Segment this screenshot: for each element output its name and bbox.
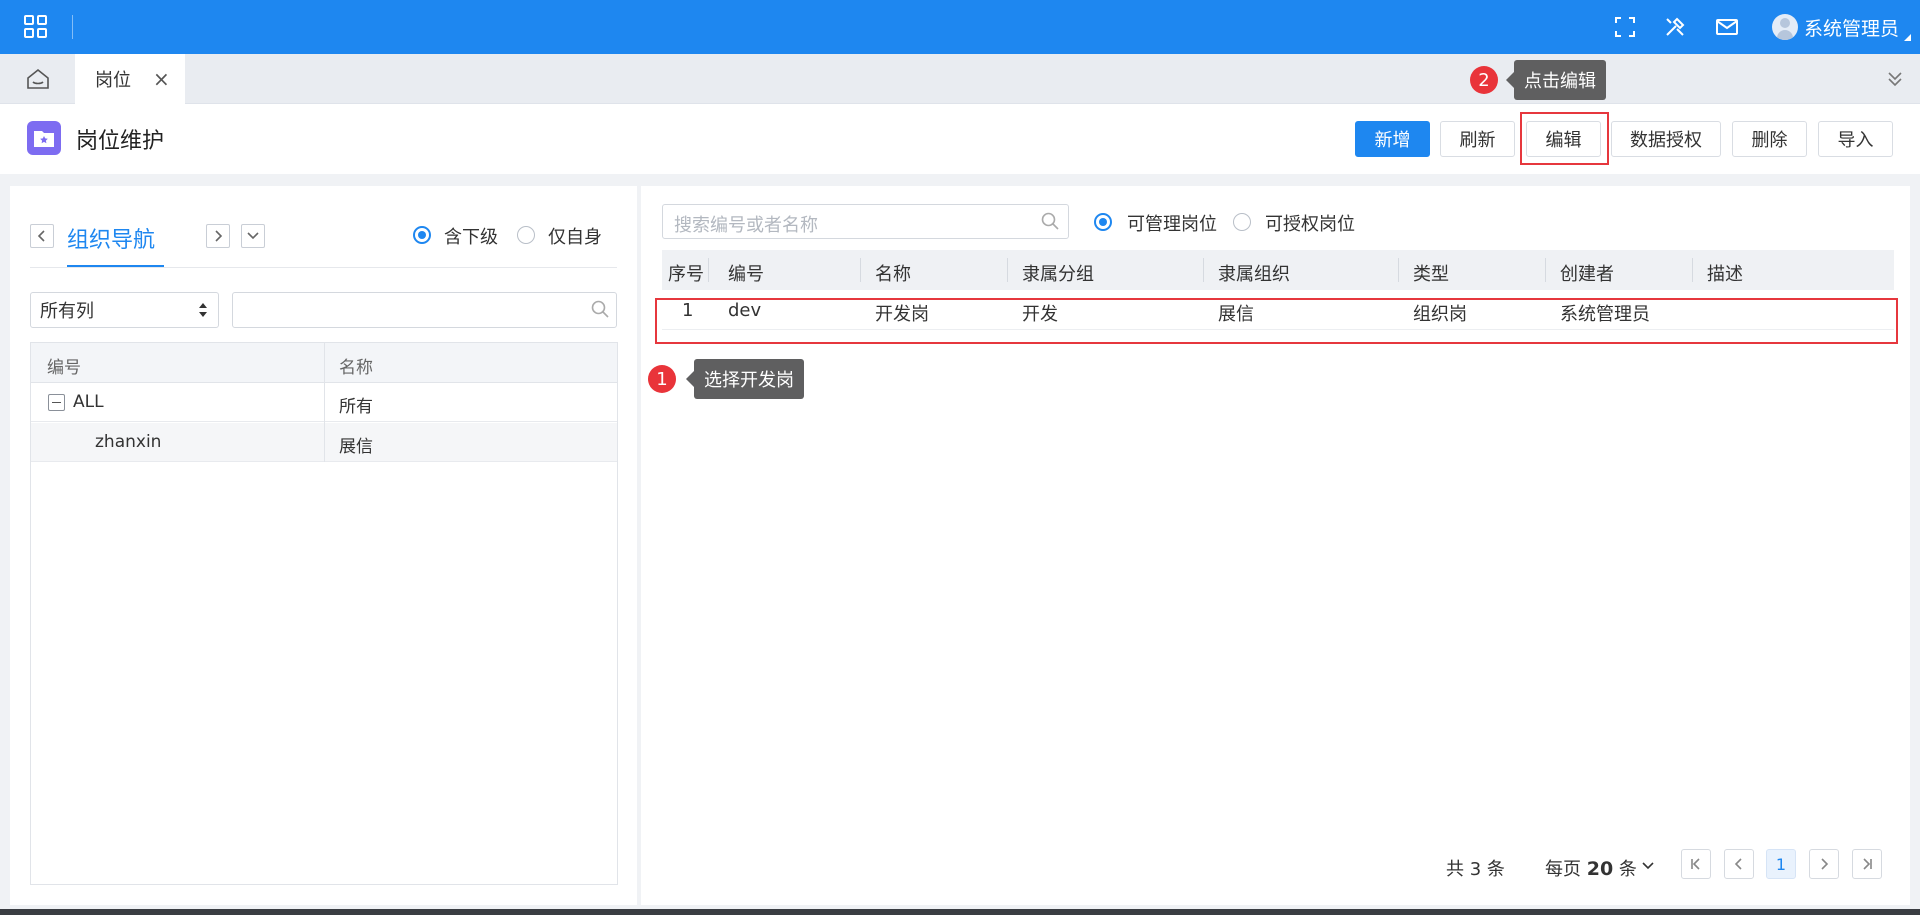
top-navigation-bar: 系统管理员	[0, 0, 1920, 54]
fullscreen-icon[interactable]	[1612, 14, 1638, 40]
header-divider	[1203, 258, 1204, 282]
row-highlight-box	[655, 298, 1898, 344]
self-only-label: 仅自身	[548, 227, 602, 248]
sort-arrows-icon	[199, 303, 207, 317]
window-bottom-edge	[0, 909, 1920, 915]
step1-tooltip: 选择开发岗	[686, 359, 804, 399]
refresh-button[interactable]: 刷新	[1440, 121, 1515, 157]
first-page-button[interactable]	[1681, 849, 1711, 879]
apps-grid-icon[interactable]	[24, 15, 49, 40]
include-sub-label: 含下级	[444, 227, 498, 248]
page-title: 岗位维护	[76, 129, 165, 154]
column-select[interactable]: 所有列	[30, 292, 219, 328]
header-org: 隶属组织	[1218, 264, 1290, 285]
tree-row-code: zhanxin	[95, 432, 162, 452]
pager-total: 共 3 条	[1446, 859, 1505, 880]
manageable-label: 可管理岗位	[1127, 214, 1217, 235]
next-page-button[interactable]	[1809, 849, 1839, 879]
prev-page-button[interactable]	[1724, 849, 1754, 879]
last-page-icon	[1863, 858, 1872, 870]
org-nav-title[interactable]: 组织导航	[67, 222, 155, 254]
authorizable-radio[interactable]	[1233, 213, 1251, 231]
position-search-input[interactable]: 搜索编号或者名称	[662, 204, 1069, 239]
chevron-right-icon[interactable]	[206, 224, 230, 248]
chevron-down-icon[interactable]	[241, 224, 265, 248]
chevron-double-down-icon[interactable]	[1884, 68, 1906, 90]
import-button[interactable]: 导入	[1818, 121, 1893, 157]
search-placeholder: 搜索编号或者名称	[674, 215, 818, 236]
include-sub-radio[interactable]	[413, 226, 431, 244]
manageable-radio[interactable]	[1094, 213, 1112, 231]
header-divider	[1398, 258, 1399, 282]
last-page-button[interactable]	[1852, 849, 1882, 879]
header-type: 类型	[1413, 264, 1449, 285]
header-code: 编号	[728, 264, 764, 285]
org-tree-table: 编号 名称 ALL 所有 zhanxin 展信	[30, 342, 618, 885]
first-page-icon	[1691, 858, 1700, 870]
header-divider	[708, 258, 709, 282]
org-navigation-panel: 组织导航 含下级 仅自身 所有列 编号 名称 ALL 所有 zhanxin 展信	[10, 186, 637, 905]
topbar-divider	[72, 15, 73, 39]
column-select-value: 所有列	[40, 301, 94, 322]
header-desc: 描述	[1707, 264, 1743, 285]
home-tab[interactable]	[0, 54, 75, 104]
header-divider	[1692, 258, 1693, 282]
tree-row-name: 所有	[339, 397, 373, 417]
page-size-value: 20	[1586, 858, 1614, 880]
position-list-panel: 搜索编号或者名称 可管理岗位 可授权岗位 序号 编号 名称 隶属分组 隶属组织 …	[641, 186, 1910, 905]
close-tab-icon[interactable]: ×	[153, 67, 170, 91]
tree-row-code: ALL	[73, 392, 104, 412]
chevron-left-icon[interactable]	[30, 224, 54, 248]
tree-column-divider	[324, 383, 325, 462]
step2-badge: 2	[1470, 66, 1498, 94]
header-divider	[860, 258, 861, 282]
data-auth-button[interactable]: 数据授权	[1611, 121, 1721, 157]
step1-badge: 1	[648, 365, 676, 393]
avatar-icon	[1772, 14, 1798, 40]
self-only-radio[interactable]	[517, 226, 535, 244]
header-group: 隶属分组	[1022, 264, 1094, 285]
add-button[interactable]: 新增	[1355, 121, 1430, 157]
user-menu[interactable]: 系统管理员	[1772, 13, 1899, 41]
page-header: 岗位维护 新增 刷新 编辑 数据授权 删除 导入	[0, 104, 1920, 174]
tab-position[interactable]: 岗位 ×	[75, 54, 185, 104]
mail-icon[interactable]	[1714, 14, 1740, 40]
collapse-minus-icon[interactable]	[48, 394, 65, 411]
panel-divider	[30, 267, 617, 268]
step2-tooltip: 点击编辑	[1506, 60, 1606, 100]
tools-icon[interactable]	[1662, 14, 1688, 40]
chevron-left-icon	[1734, 858, 1742, 870]
tree-header-code: 编号	[47, 358, 81, 378]
table-header: 序号 编号 名称 隶属分组 隶属组织 类型 创建者 描述	[662, 250, 1894, 290]
search-icon[interactable]	[591, 300, 609, 318]
delete-button[interactable]: 删除	[1732, 121, 1807, 157]
tab-bar: 岗位 ×	[0, 54, 1920, 104]
header-divider	[1545, 258, 1546, 282]
tab-label: 岗位	[95, 70, 131, 91]
user-menu-caret-icon[interactable]	[1904, 34, 1911, 41]
header-creator: 创建者	[1560, 264, 1614, 285]
pager-page-size[interactable]: 每页 20 条	[1545, 855, 1637, 881]
current-page-button[interactable]: 1	[1766, 849, 1796, 879]
search-icon[interactable]	[1041, 212, 1059, 230]
folder-star-icon	[27, 121, 61, 155]
edit-highlight-box	[1520, 112, 1609, 165]
tree-header-name: 名称	[339, 358, 373, 378]
header-divider	[1007, 258, 1008, 282]
chevron-right-icon	[1821, 858, 1829, 870]
authorizable-label: 可授权岗位	[1265, 214, 1355, 235]
tree-search-input[interactable]	[232, 292, 617, 328]
tree-row-name: 展信	[339, 437, 373, 457]
chevron-down-icon[interactable]	[1641, 861, 1655, 871]
user-name: 系统管理员	[1804, 17, 1900, 40]
header-name: 名称	[875, 264, 911, 285]
header-index: 序号	[668, 264, 704, 285]
home-icon	[26, 68, 49, 89]
